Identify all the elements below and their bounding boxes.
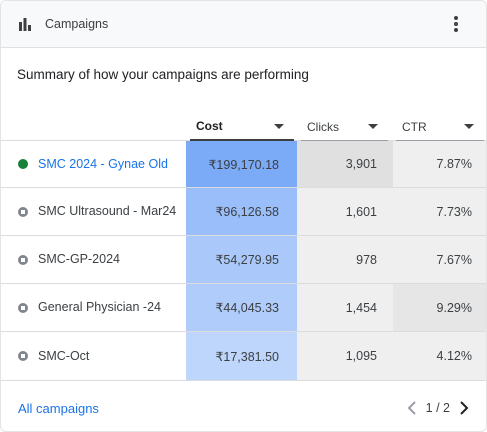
table-row[interactable]: SMC Ultrasound - Mar24 ₹96,126.58 1,601 7.7… <box>1 188 486 236</box>
campaign-name[interactable]: SMC Ultrasound - Mar24 <box>38 203 178 220</box>
chevron-right-icon <box>460 401 469 415</box>
campaign-name[interactable]: SMC-GP-2024 <box>38 251 178 268</box>
table-row[interactable]: SMC-GP-2024 ₹54,279.95 978 7.67% <box>1 236 486 284</box>
column-label: Cost <box>196 119 223 133</box>
campaign-name-cell: SMC 2024 - Gynae Old <box>1 141 186 187</box>
table-row[interactable]: SMC-Oct ₹17,381.50 1,095 4.12% <box>1 332 486 381</box>
cost-cell: ₹54,279.95 <box>186 236 297 283</box>
card-header: Campaigns <box>1 1 486 48</box>
cost-cell: ₹17,381.50 <box>186 332 297 380</box>
column-header-cost[interactable]: Cost <box>190 113 294 141</box>
clicks-cell: 978 <box>297 236 393 283</box>
clicks-cell: 1,095 <box>297 332 393 380</box>
page-indicator: 1 / 2 <box>425 401 450 415</box>
ctr-cell: 7.87% <box>393 141 486 187</box>
paused-status-icon <box>18 254 28 265</box>
table-row[interactable]: SMC 2024 - Gynae Old ₹199,170.18 3,901 7.87… <box>1 141 486 188</box>
campaign-name-cell: SMC-Oct <box>1 332 186 380</box>
campaign-name[interactable]: General Physician -24 <box>38 299 178 316</box>
campaign-name[interactable]: SMC-Oct <box>38 348 178 365</box>
ctr-cell: 4.12% <box>393 332 486 380</box>
chevron-left-icon <box>407 401 416 415</box>
summary-text: Summary of how your campaigns are perfor… <box>17 67 309 82</box>
ctr-cell: 7.73% <box>393 188 486 235</box>
dropdown-caret-icon <box>464 124 474 129</box>
column-header-ctr[interactable]: CTR <box>396 113 484 141</box>
all-campaigns-link[interactable]: All campaigns <box>18 401 99 416</box>
next-page-button[interactable] <box>456 400 472 416</box>
dropdown-caret-icon <box>368 124 378 129</box>
paused-status-icon <box>18 302 28 313</box>
paused-status-icon <box>18 351 28 361</box>
cost-cell: ₹96,126.58 <box>186 188 297 235</box>
campaign-name-cell: General Physician -24 <box>1 284 186 331</box>
campaign-name-cell: SMC-GP-2024 <box>1 236 186 283</box>
clicks-cell: 1,454 <box>297 284 393 331</box>
table-row[interactable]: General Physician -24 ₹44,045.33 1,454 9.29… <box>1 284 486 332</box>
card-footer: All campaigns 1 / 2 <box>1 381 486 431</box>
cost-cell: ₹44,045.33 <box>186 284 297 331</box>
card-title: Campaigns <box>45 17 109 31</box>
pagination: 1 / 2 <box>404 399 472 417</box>
campaign-name[interactable]: SMC 2024 - Gynae Old <box>38 156 178 173</box>
sort-caret-icon <box>274 124 284 129</box>
cost-cell: ₹199,170.18 <box>186 141 297 187</box>
ctr-cell: 7.67% <box>393 236 486 283</box>
bar-chart-icon <box>19 18 31 31</box>
table-header: Cost Clicks CTR <box>1 113 486 141</box>
prev-page-button[interactable] <box>404 400 420 416</box>
campaign-name-cell: SMC Ultrasound - Mar24 <box>1 188 186 235</box>
ctr-cell: 9.29% <box>393 284 486 331</box>
clicks-cell: 3,901 <box>297 141 393 187</box>
more-vert-icon[interactable] <box>446 14 466 34</box>
clicks-cell: 1,601 <box>297 188 393 235</box>
column-header-clicks[interactable]: Clicks <box>301 113 388 141</box>
column-label: CTR <box>402 119 427 134</box>
paused-status-icon <box>18 206 28 217</box>
campaigns-card: Campaigns Summary of how your campaigns … <box>0 0 487 432</box>
active-status-icon <box>18 159 28 169</box>
column-label: Clicks <box>307 119 339 134</box>
